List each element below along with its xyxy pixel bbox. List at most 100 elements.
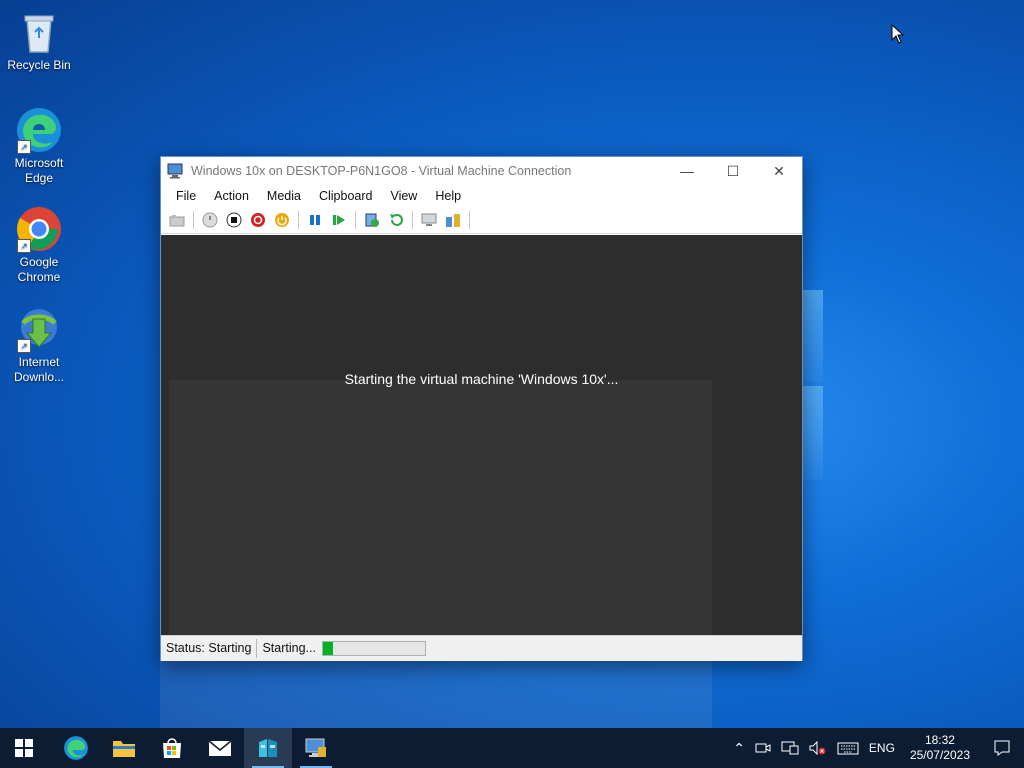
mail-icon [208,740,232,756]
ctrl-alt-del-button[interactable] [167,210,187,230]
checkpoint-icon [365,213,379,227]
desktop-icon-label: Recycle Bin [7,58,71,72]
menu-clipboard[interactable]: Clipboard [310,189,382,203]
edge-icon [64,736,88,760]
pause-button[interactable] [305,210,325,230]
clock-time: 18:32 [924,733,955,747]
taskbar: ⌃ ENG 18:32 25/07/2023 [0,728,1024,768]
windows-logo-icon [15,739,33,757]
touch-keyboard-button[interactable] [832,741,864,755]
vm-status-message: Starting the virtual machine 'Windows 10… [344,371,619,387]
shortcut-arrow-icon: ↗ [17,239,31,253]
desktop-icon-edge[interactable]: ↗ Microsoft Edge [4,106,74,186]
clock-date: 25/07/2023 [909,748,970,762]
save-state-icon [275,213,289,227]
start-button[interactable] [0,728,48,768]
chrome-icon: ↗ [15,205,63,253]
desktop-icon-label: Google Chrome [17,255,61,284]
desktop-icon-label: Microsoft Edge [14,156,64,185]
vm-screen-ghost [169,380,712,635]
menu-file[interactable]: File [167,189,205,203]
keyboard-icon [837,742,859,755]
save-state-button[interactable] [272,210,292,230]
start-icon [202,212,218,228]
wallpaper-beam [803,290,823,382]
resume-button[interactable] [329,210,349,230]
turn-off-icon [226,212,242,228]
progress-bar [321,641,426,656]
vm-connection-icon [167,163,185,179]
volume-button[interactable] [804,741,832,755]
checkpoint-button[interactable] [362,210,382,230]
clock[interactable]: 18:32 25/07/2023 [900,733,980,763]
menu-media[interactable]: Media [258,189,310,203]
vm-screen[interactable]: Starting the virtual machine 'Windows 10… [161,235,802,635]
turn-off-button[interactable] [224,210,244,230]
window-title: Windows 10x on DESKTOP-P6N1GO8 - Virtual… [191,164,572,178]
recycle-bin-icon [15,8,63,56]
revert-icon [390,214,403,226]
close-icon: ✕ [773,162,785,179]
toolbar-separator [469,211,470,229]
share-icon [446,214,460,227]
window-titlebar[interactable]: Windows 10x on DESKTOP-P6N1GO8 - Virtual… [161,157,802,185]
shortcut-arrow-icon: ↗ [17,339,31,353]
maximize-button[interactable]: ☐ [710,157,756,185]
notification-icon [994,740,1010,756]
file-explorer-icon [113,741,135,757]
network-icon [781,741,799,755]
menu-action[interactable]: Action [205,189,258,203]
toolbar [161,207,802,234]
toolbar-separator [193,211,194,229]
hyper-v-manager-icon [259,739,277,757]
wallpaper-shadow [160,660,712,728]
input-language-button[interactable]: ENG [864,741,900,755]
close-button[interactable]: ✕ [756,157,802,185]
desktop-icon-label: Internet Downlo... [13,355,65,384]
cursor-arrow-icon [891,23,905,44]
desktop-icon-chrome[interactable]: ↗ Google Chrome [4,205,74,285]
status-bar: Status: Starting Starting... [161,635,802,661]
wallpaper-beam [803,386,823,480]
maximize-icon: ☐ [726,162,740,179]
toolbar-separator [298,211,299,229]
start-button[interactable] [200,210,220,230]
taskbar-hyper-v-manager[interactable] [244,728,292,768]
internet-download-manager-icon: ↗ [15,305,63,353]
minimize-button[interactable]: — [664,157,710,185]
shut-down-icon [251,213,265,227]
enhanced-session-button[interactable] [419,210,439,230]
camera-icon [755,743,771,753]
mouse-cursor [891,23,905,49]
shut-down-button[interactable] [248,210,268,230]
progress-bar-fill [322,642,334,655]
progress-label: Starting... [262,641,316,655]
taskbar-file-explorer[interactable] [100,728,148,768]
status-label: Status: Starting [161,639,258,658]
revert-button[interactable] [386,210,406,230]
vm-connection-window[interactable]: Windows 10x on DESKTOP-P6N1GO8 - Virtual… [160,156,803,661]
action-center-button[interactable] [980,740,1024,756]
chevron-up-icon: ⌃ [733,739,745,756]
share-button[interactable] [443,210,463,230]
system-tray: ⌃ ENG 18:32 25/07/2023 [728,728,1024,768]
meet-now-button[interactable] [750,741,776,755]
show-hidden-icons-button[interactable]: ⌃ [728,740,750,757]
taskbar-store[interactable] [148,728,196,768]
taskbar-edge[interactable] [52,728,100,768]
taskbar-mail[interactable] [196,728,244,768]
menu-view[interactable]: View [381,189,426,203]
volume-muted-icon [809,741,826,755]
ctrl-alt-del-icon [169,215,185,227]
pause-icon [310,215,320,225]
desktop-icon-internet-download-manager[interactable]: ↗ Internet Downlo... [4,305,74,385]
network-button[interactable] [776,741,804,755]
enhanced-session-icon [421,213,437,226]
vm-connection-icon [305,738,326,757]
menu-help[interactable]: Help [426,189,470,203]
menu-bar: File Action Media Clipboard View Help [161,185,802,207]
desktop-icon-recycle-bin[interactable]: Recycle Bin [4,8,74,73]
shortcut-arrow-icon: ↗ [17,140,31,154]
taskbar-vm-connection[interactable] [292,728,340,768]
resume-icon [333,215,345,225]
